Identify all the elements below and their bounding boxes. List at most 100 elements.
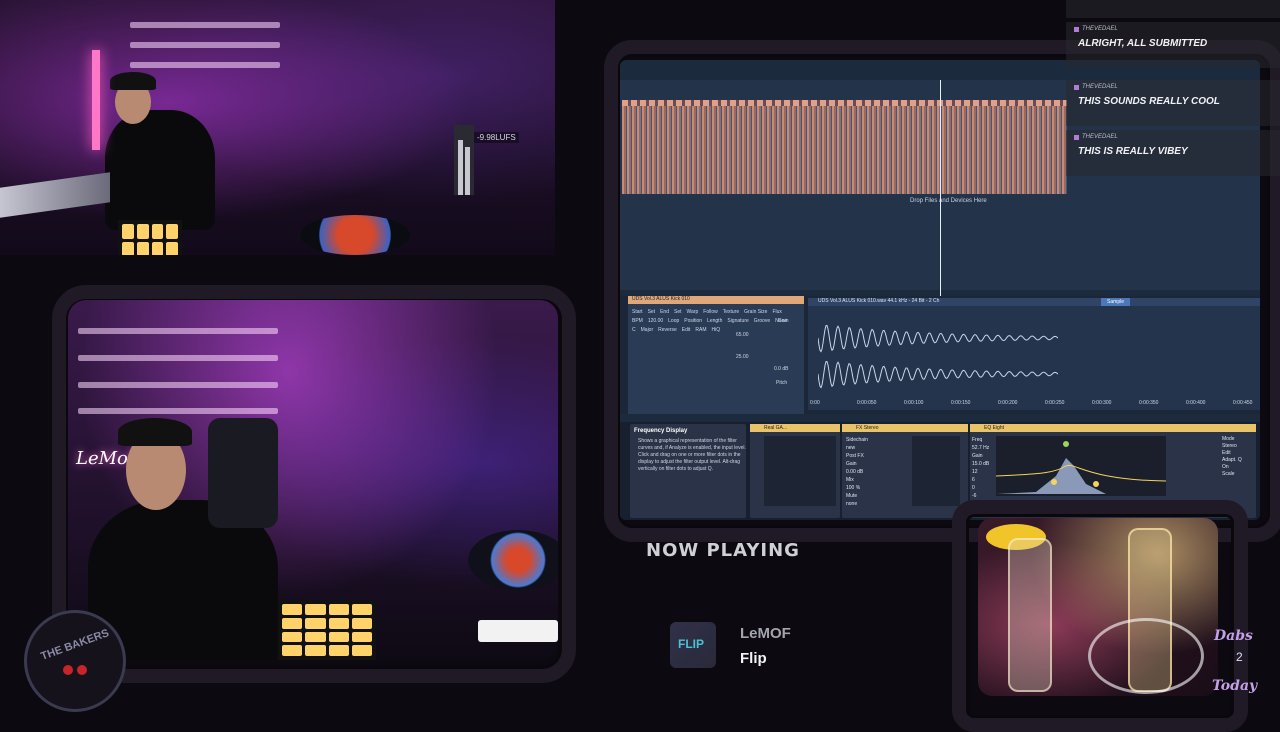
- device-2-control[interactable]: 100 %: [846, 484, 906, 492]
- playhead[interactable]: [940, 80, 941, 310]
- eq-side-control[interactable]: Adapt. Q: [1222, 457, 1254, 464]
- cap: [110, 72, 156, 90]
- clip-control[interactable]: C: [632, 326, 636, 335]
- eq-control[interactable]: Gain: [972, 452, 996, 460]
- level-meter: [454, 125, 474, 195]
- eq-side-control[interactable]: Stereo: [1222, 443, 1254, 450]
- clip-control[interactable]: Signature: [727, 317, 748, 326]
- device-2-control[interactable]: Gain: [846, 460, 906, 468]
- clip-control[interactable]: BPM: [632, 317, 643, 326]
- clip-controls[interactable]: Start Set End Set Warp Follow Texture Grain Siz…: [632, 308, 800, 335]
- eq-title[interactable]: EQ Eight: [970, 424, 1256, 432]
- eq-controls[interactable]: Freq 52.7 Hz Gain 15.0 dB 12 6 0 -6 -12: [972, 436, 996, 508]
- sample-editor[interactable]: UDS Vol.3 ALUS Kick 010.wav 44.1 kHz - 2…: [808, 298, 1260, 410]
- cherry-icon: [77, 665, 87, 675]
- clip-control[interactable]: Grain Size: [744, 308, 767, 317]
- device-1-title[interactable]: Real GA...: [750, 424, 840, 432]
- top-webcam: -9.98LUFS: [0, 0, 555, 255]
- audio-clips[interactable]: [622, 106, 1067, 194]
- eq-control[interactable]: 52.7 Hz: [972, 444, 996, 452]
- device-2-control[interactable]: new: [846, 444, 906, 452]
- clip-title[interactable]: UDS Vol.3 ALUS Kick 010: [628, 296, 804, 304]
- glassware-webcam: [978, 518, 1218, 696]
- device-2-title[interactable]: FX Stereo: [842, 424, 968, 432]
- clip-control[interactable]: Start: [632, 308, 643, 317]
- chat-text: THIS SOUNDS REALLY COOL: [1078, 96, 1220, 107]
- user-icon: [1074, 85, 1079, 90]
- device-2-control[interactable]: 0.00 dB: [846, 468, 906, 476]
- eq-control[interactable]: Freq: [972, 436, 996, 444]
- clip-control[interactable]: Loop: [668, 317, 679, 326]
- clip-control[interactable]: Reverse: [658, 326, 677, 335]
- chat-message: THEVEDAEL ALRIGHT, ALL SUBMITTED: [1066, 22, 1280, 68]
- album-art: FLIP: [670, 622, 716, 668]
- now-playing-heading: NOW PLAYING: [646, 540, 800, 561]
- clip-control[interactable]: Set: [648, 308, 656, 317]
- eq-control[interactable]: 12: [972, 468, 996, 476]
- info-title: Frequency Display: [634, 428, 688, 434]
- device-1-panel[interactable]: [764, 436, 836, 506]
- shelf: [78, 408, 278, 414]
- loudness-readout: -9.98LUFS: [474, 132, 519, 143]
- dabs-logo-line2: 2: [1236, 650, 1243, 664]
- device-2-controls[interactable]: Sidechain new Post FX Gain 0.00 dB Mix 100 % Mu…: [846, 436, 906, 508]
- eq-curve-display[interactable]: [995, 436, 1167, 496]
- clip-control[interactable]: Warp: [687, 308, 699, 317]
- clip-properties: UDS Vol.3 ALUS Kick 010 Start Set End Set Wa…: [628, 296, 804, 414]
- device-2-control[interactable]: none: [846, 500, 906, 508]
- eq-side-control[interactable]: Scale: [1222, 471, 1254, 478]
- keyboard: [0, 172, 110, 218]
- device-2-control[interactable]: Post FX: [846, 452, 906, 460]
- eq-control[interactable]: 6: [972, 476, 996, 484]
- eq-side-control[interactable]: On: [1222, 464, 1254, 471]
- sample-ruler-tick: 0:00:300: [1092, 400, 1112, 406]
- device-2[interactable]: FX Stereo Sidechain new Post FX Gain 0.00 dB…: [842, 424, 968, 518]
- clip-control[interactable]: Texture: [723, 308, 739, 317]
- eq-side-control[interactable]: Edit: [1222, 450, 1254, 457]
- clip-control[interactable]: Follow: [703, 308, 717, 317]
- clip-control[interactable]: Major: [641, 326, 654, 335]
- drop-zone-hint[interactable]: Drop Files and Devices Here: [910, 198, 987, 204]
- clip-control[interactable]: HiQ: [712, 326, 721, 335]
- main-webcam: LeMoF: [68, 300, 558, 660]
- eq-control[interactable]: 0: [972, 484, 996, 492]
- device-2-control[interactable]: Sidechain: [846, 436, 906, 444]
- eq-control[interactable]: 15.0 dB: [972, 460, 996, 468]
- clip-control[interactable]: RAM: [695, 326, 706, 335]
- device-2-control[interactable]: Mute: [846, 492, 906, 500]
- artist-name: LeMOF: [740, 625, 791, 642]
- chat-message: THEVEDAEL THIS IS REALLY VIBEY: [1066, 130, 1280, 176]
- eq-side-control[interactable]: Mode: [1222, 436, 1254, 443]
- chat-message: THEVEDAEL THIS SOUNDS REALLY COOL: [1066, 80, 1280, 126]
- clip-view: UDS Vol.3 ALUS Kick 010 Start Set End Set Wa…: [620, 296, 1260, 414]
- pitch-label: Pitch: [776, 380, 788, 386]
- grain-size-value[interactable]: 65.00: [736, 332, 749, 338]
- clip-control[interactable]: Length: [707, 317, 722, 326]
- clip-control[interactable]: Groove: [754, 317, 770, 326]
- eq-spectrum: [995, 441, 1167, 494]
- flux-value[interactable]: 25.00: [736, 354, 749, 360]
- clip-control[interactable]: Edit: [682, 326, 691, 335]
- sample-ruler-tick: 0:00: [810, 400, 820, 406]
- clip-control[interactable]: 120.00: [648, 317, 663, 326]
- device-2-control[interactable]: Mix: [846, 476, 906, 484]
- eq-side-controls[interactable]: Mode Stereo Edit Adapt. Q On Scale: [1222, 436, 1254, 478]
- sample-ruler-tick: 0:00:200: [998, 400, 1018, 406]
- streamer-body: [105, 110, 215, 230]
- gain-db[interactable]: 0.0 dB: [774, 366, 788, 372]
- clip-control[interactable]: Set: [674, 308, 682, 317]
- clip-control[interactable]: Flux: [772, 308, 781, 317]
- eq-control[interactable]: -6: [972, 492, 996, 500]
- clip-control[interactable]: Position: [684, 317, 702, 326]
- shelf: [78, 355, 278, 361]
- sample-ruler-tick: 0:00:400: [1186, 400, 1206, 406]
- sample-header: UDS Vol.3 ALUS Kick 010.wav 44.1 kHz - 2…: [808, 298, 1260, 306]
- turntable-slipmat: [468, 530, 558, 590]
- sample-ruler-tick: 0:00:450: [1233, 400, 1253, 406]
- dabs-logo: Dabs 2 Today: [1210, 628, 1272, 708]
- sample-tab[interactable]: Sample: [1101, 298, 1130, 306]
- device-2-panel[interactable]: [912, 436, 960, 506]
- device-1[interactable]: Real GA...: [750, 424, 840, 518]
- chat-text: ALRIGHT, ALL SUBMITTED: [1078, 38, 1208, 49]
- clip-control[interactable]: End: [660, 308, 669, 317]
